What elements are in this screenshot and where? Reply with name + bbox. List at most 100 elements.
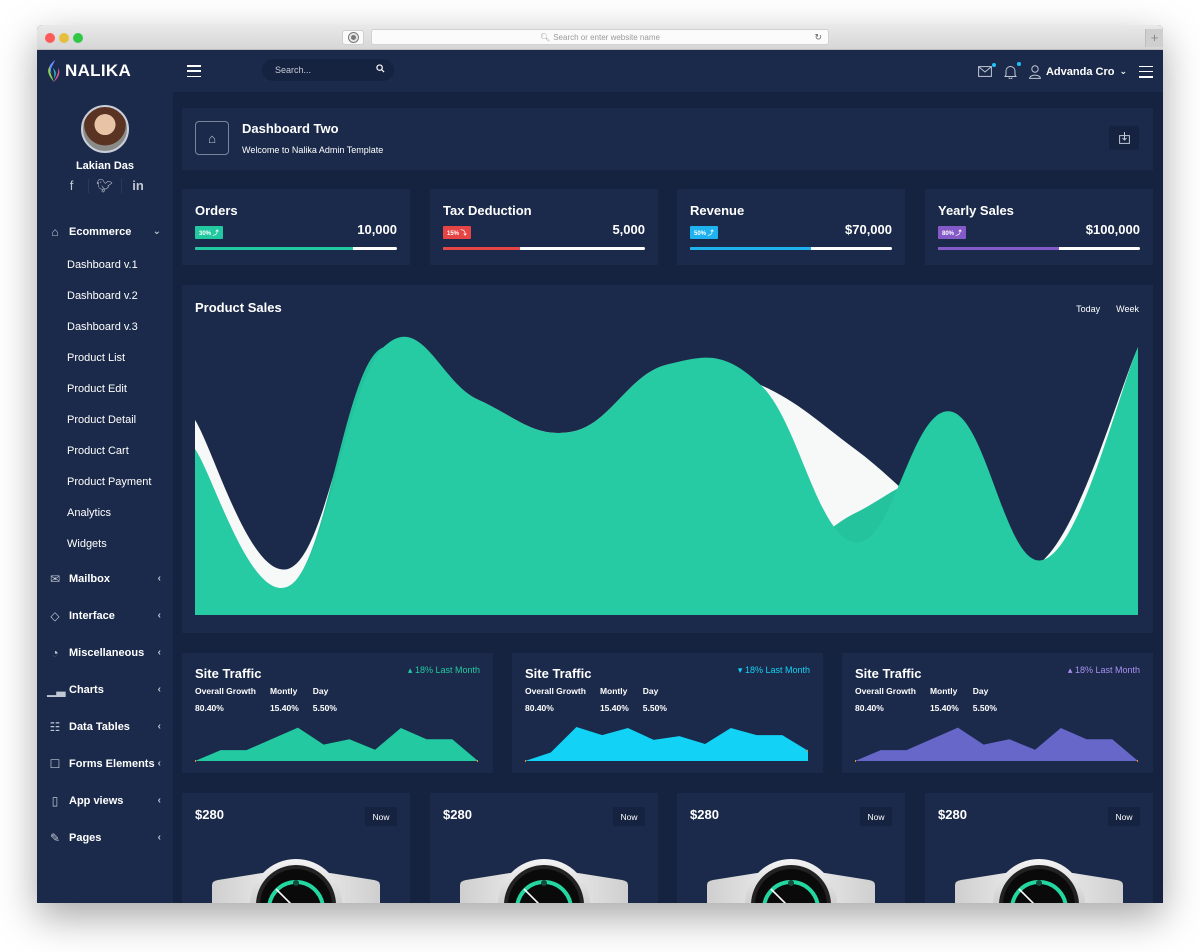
sidebar-subitem-dashboard-v3[interactable]: Dashboard v.3 (37, 312, 173, 343)
sidebar-subitem-product-detail[interactable]: Product Detail (37, 405, 173, 436)
sidebar-item-charts[interactable]: ▁▃ Charts ‹ (37, 671, 173, 708)
profile: Lakian Das f 🐦︎ in (37, 92, 173, 193)
traffic-stats: Overall Growth 80.40% Montly 15.40% Day 5.5… (525, 686, 681, 713)
new-tab-button[interactable]: + (1145, 29, 1163, 47)
home-icon[interactable]: ⌂ (195, 121, 229, 155)
page-subtitle: Welcome to Nalika Admin Template (242, 145, 384, 155)
privacy-button[interactable] (342, 30, 364, 45)
menu-button[interactable] (1139, 65, 1153, 78)
buy-now-button[interactable]: Now (860, 807, 892, 826)
sidebar-subitem-widgets[interactable]: Widgets (37, 529, 173, 560)
sidebar-item-label: Data Tables (69, 720, 130, 733)
stat-title: Yearly Sales (938, 203, 1014, 218)
edit-icon: ✎ (49, 830, 61, 845)
phone-icon: ▯ (51, 793, 59, 808)
sidebar-subitem-analytics[interactable]: Analytics (37, 498, 173, 529)
sidebar-item-mailbox[interactable]: ✉︎ Mailbox ‹ (37, 560, 173, 597)
trend-text: 18% Last Month (414, 665, 480, 675)
sidebar-item-pages[interactable]: ✎ Pages ‹ (37, 819, 173, 856)
traffic-sparkline (195, 727, 478, 762)
sidebar-item-forms-elements[interactable]: ☐ Forms Elements ‹ (37, 745, 173, 782)
sidebar-subitem-product-edit[interactable]: Product Edit (37, 374, 173, 405)
sidebar-item-app-views[interactable]: ▯ App views ‹ (37, 782, 173, 819)
stat-value: 15.40% (929, 703, 959, 713)
avatar[interactable] (81, 105, 129, 153)
sidebar-subitem-product-cart[interactable]: Product Cart (37, 436, 173, 467)
sidebar-subitem-dashboard-v2[interactable]: Dashboard v.2 (37, 281, 173, 312)
stat-label: Montly (929, 686, 958, 696)
tab-today[interactable]: Today (1076, 304, 1100, 314)
bar-chart-icon: ▁▃ (47, 682, 66, 697)
search-input[interactable] (275, 65, 376, 75)
search-box[interactable] (262, 59, 394, 81)
stat-title: Revenue (690, 203, 745, 218)
card-title: Site Traffic (855, 666, 922, 681)
stat-card-yearly-sales: Yearly Sales 80% ⤴ $100,000 (925, 189, 1153, 265)
download-button[interactable] (1109, 126, 1139, 150)
mail-icon: ✉︎ (49, 571, 61, 586)
site-traffic-card: Site Traffic ▴ 18% Last Month Overall Gr… (182, 653, 493, 773)
sidebar-item-ecommerce[interactable]: ⌂ Ecommerce ⌄ (37, 213, 173, 250)
notification-dot (991, 63, 996, 67)
buy-now-button[interactable]: Now (1108, 807, 1140, 826)
buy-now-button[interactable]: Now (365, 807, 397, 826)
reload-icon[interactable]: ↻ (814, 32, 822, 43)
search-icon: 🔍︎ (540, 32, 551, 42)
maximize-window-button[interactable] (73, 33, 83, 43)
product-card: $280 Now (677, 793, 905, 903)
linkedin-icon[interactable]: in (122, 179, 155, 193)
sidebar-item-data-tables[interactable]: ☷ Data Tables ‹ (37, 708, 173, 745)
page-title: Dashboard Two (242, 121, 339, 136)
user-menu[interactable]: Advanda Cro ⌄ (1029, 64, 1127, 79)
stat-label: Overall Growth (525, 686, 586, 696)
sidebar: Lakian Das f 🐦︎ in ⌂ Ecommerce ⌄ Dashboa… (37, 92, 173, 903)
sidebar-item-label: Charts (69, 683, 104, 696)
card-title: Site Traffic (525, 666, 592, 681)
stat-value: $70,000 (845, 222, 892, 237)
sidebar-subitem-product-payment[interactable]: Product Payment (37, 467, 173, 498)
sidebar-item-miscellaneous[interactable]: ◔ Miscellaneous ‹ (37, 634, 173, 671)
address-bar[interactable]: 🔍︎ Search or enter website name ↻ (371, 29, 829, 45)
product-card: $280 Now (430, 793, 658, 903)
diamond-icon: ◇ (50, 608, 60, 623)
facebook-icon[interactable]: f (56, 179, 89, 193)
trend-arrow-icon: ▴ (1067, 665, 1073, 675)
stat-label: Montly (269, 686, 298, 696)
minimize-window-button[interactable] (59, 33, 69, 43)
sidebar-subitem-product-list[interactable]: Product List (37, 343, 173, 374)
tab-week[interactable]: Week (1116, 304, 1139, 314)
traffic-stats: Overall Growth 80.40% Montly 15.40% Day 5.5… (195, 686, 351, 713)
twitter-icon[interactable]: 🐦︎ (89, 179, 122, 193)
download-icon (1118, 132, 1130, 144)
user-icon (1029, 64, 1041, 79)
sparkline-area (525, 727, 808, 761)
chevron-left-icon: ‹ (157, 573, 161, 584)
trend-indicator: ▴ 18% Last Month (408, 665, 480, 676)
pie-icon: ◔ (51, 645, 59, 660)
messages-button[interactable] (978, 63, 996, 77)
sidebar-item-label: App views (69, 794, 124, 807)
sidebar-toggle-button[interactable] (187, 65, 201, 77)
product-card: $280 Now (925, 793, 1153, 903)
smartwatch-image (460, 857, 628, 903)
search-icon[interactable] (376, 64, 385, 76)
traffic-sparkline (855, 727, 1138, 762)
sidebar-item-interface[interactable]: ◇ Interface ‹ (37, 597, 173, 634)
buy-now-button[interactable]: Now (613, 807, 645, 826)
traffic-stats: Overall Growth 80.40% Montly 15.40% Day 5.5… (855, 686, 1011, 713)
sidebar-subitem-dashboard-v1[interactable]: Dashboard v.1 (37, 250, 173, 281)
stat-value: 80.40% (855, 703, 884, 713)
stat-card-tax-deduction: Tax Deduction 15% ⤵ 5,000 (430, 189, 658, 265)
close-window-button[interactable] (45, 33, 55, 43)
stat-card-orders: Orders 30% ⤴ 10,000 (182, 189, 410, 265)
brand-logo[interactable]: NALIKA (47, 60, 131, 82)
smartwatch-image (212, 857, 380, 903)
chevron-left-icon: ‹ (157, 684, 161, 695)
stat-value: 5,000 (612, 222, 645, 237)
trend-indicator: ▾ 18% Last Month (738, 665, 810, 676)
stat-progress-bar (195, 247, 397, 250)
trend-arrow-icon: ▾ (737, 665, 743, 675)
stat-card-revenue: Revenue 50% ⤴ $70,000 (677, 189, 905, 265)
notifications-button[interactable] (1004, 61, 1021, 79)
sparkline-area (195, 727, 478, 761)
